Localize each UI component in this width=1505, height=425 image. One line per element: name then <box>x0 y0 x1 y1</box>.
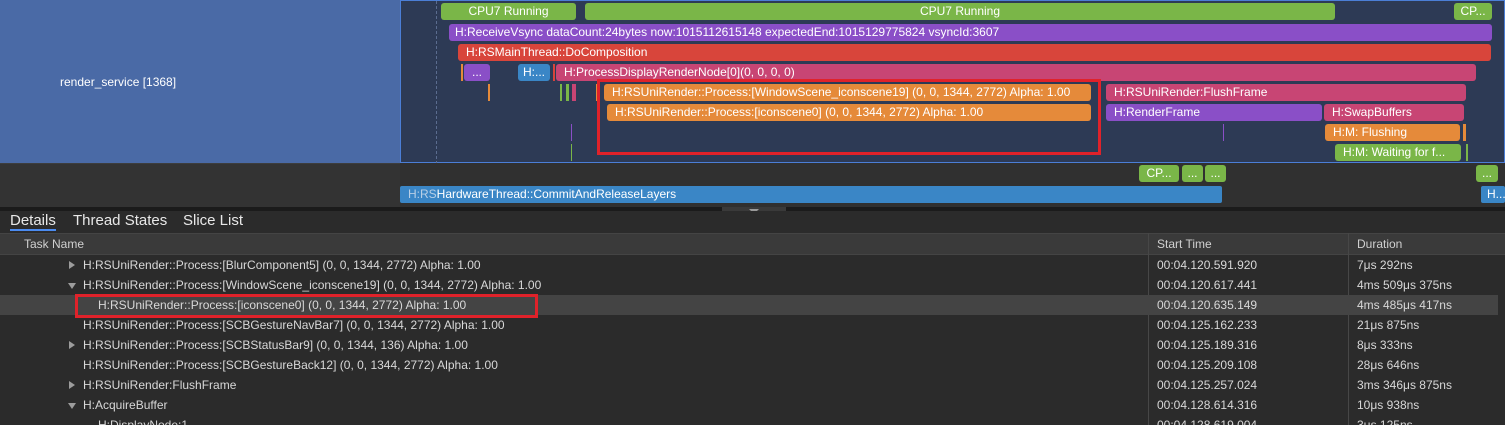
collapse-arrow-icon[interactable] <box>68 283 76 289</box>
duration-cell: 7μs 292ns <box>1357 258 1413 272</box>
small-slice-tick[interactable] <box>553 64 555 81</box>
hardware-thread-commit-slice[interactable]: H:RSHardwareThread::CommitAndReleaseLaye… <box>400 186 1222 203</box>
cpu-running-slice[interactable]: ... <box>1182 165 1203 182</box>
thread-row-header <box>0 163 400 207</box>
task-name-cell: H:RSUniRender::Process:[WindowScene_icon… <box>83 278 542 292</box>
start-time-cell: 00:04.125.162.233 <box>1157 318 1258 332</box>
duration-cell: 10μs 938ns <box>1357 398 1420 412</box>
tab-slice-list[interactable]: Slice List <box>183 212 243 229</box>
duration-cell: 8μs 333ns <box>1357 338 1413 352</box>
cpu-running-slice[interactable]: CP... <box>1139 165 1179 182</box>
duration-cell: 21μs 875ns <box>1357 318 1420 332</box>
vsync-marker-line <box>436 1 437 164</box>
task-name-cell: H:DisplayNode:1 <box>98 418 189 425</box>
swap-buffers-slice[interactable]: H:SwapBuffers <box>1324 104 1464 121</box>
slice-prefix: H:RS <box>408 187 437 201</box>
table-row[interactable]: H:RSUniRender::Process:[SCBGestureNavBar… <box>0 315 1505 335</box>
task-name-cell: H:RSUniRender::Process:[BlurComponent5] … <box>83 258 481 272</box>
task-name-cell: H:RSUniRender::Process:[SCBGestureBack12… <box>83 358 498 372</box>
start-time-cell: 00:04.120.591.920 <box>1157 258 1258 272</box>
small-slice-tick[interactable] <box>461 64 463 81</box>
expand-arrow-icon[interactable] <box>69 261 75 269</box>
start-time-cell: 00:04.120.635.149 <box>1157 298 1258 312</box>
small-slice-tick[interactable] <box>488 84 490 101</box>
duration-cell: 4ms 509μs 375ns <box>1357 278 1452 292</box>
small-slice-tick[interactable] <box>571 144 572 161</box>
table-row[interactable]: H:RSUniRender::Process:[BlurComponent5] … <box>0 255 1505 275</box>
details-tabs: Details Thread States Slice List <box>0 211 1505 233</box>
task-name-cell: H:RSUniRender::Process:[SCBStatusBar9] (… <box>83 338 468 352</box>
duration-cell: 4ms 485μs 417ns <box>1357 298 1452 312</box>
duration-cell: 3μs 125ns <box>1357 418 1413 425</box>
slice-label: HardwareThread::CommitAndReleaseLayers <box>436 187 677 201</box>
small-slice[interactable]: ... <box>464 64 490 81</box>
table-row[interactable]: H:AcquireBuffer 00:04.128.614.316 10μs 9… <box>0 395 1505 415</box>
start-time-cell: 00:04.125.257.024 <box>1157 378 1258 392</box>
start-time-cell: 00:04.125.209.108 <box>1157 358 1258 372</box>
flush-frame-slice[interactable]: H:RSUniRender:FlushFrame <box>1106 84 1466 101</box>
waiting-slice[interactable]: H:M: Waiting for f... <box>1335 144 1461 161</box>
table-row[interactable]: H:RSUniRender:FlushFrame 00:04.125.257.0… <box>0 375 1505 395</box>
small-slice-tick[interactable] <box>566 84 569 101</box>
start-time-cell: 00:04.128.619.004 <box>1157 418 1258 425</box>
cpu-running-slice[interactable]: CP... <box>1454 3 1492 20</box>
highlight-box <box>75 294 538 318</box>
main-thread-composition-slice[interactable]: H:RSMainThread::DoComposition <box>458 44 1491 61</box>
table-row[interactable]: H:DisplayNode:1 00:04.128.619.004 3μs 12… <box>0 415 1505 425</box>
small-slice-tick[interactable] <box>572 84 576 101</box>
expand-arrow-icon[interactable] <box>69 381 75 389</box>
small-slice[interactable]: H:... <box>518 64 550 81</box>
expand-arrow-icon[interactable] <box>69 341 75 349</box>
flushing-slice[interactable]: H:M: Flushing <box>1325 124 1460 141</box>
small-slice-tick[interactable] <box>560 84 562 101</box>
small-slice-tick[interactable] <box>571 124 572 141</box>
task-name-cell: H:AcquireBuffer <box>83 398 168 412</box>
cpu-running-slice[interactable]: CPU7 Running <box>585 3 1335 20</box>
small-slice-tick[interactable] <box>1466 144 1468 161</box>
task-name-cell: H:RSUniRender:FlushFrame <box>83 378 237 392</box>
table-row[interactable]: H:RSUniRender::Process:[SCBGestureBack12… <box>0 355 1505 375</box>
column-task-name[interactable]: Task Name <box>24 237 84 251</box>
column-start-time[interactable]: Start Time <box>1157 237 1212 251</box>
table-scrollbar[interactable] <box>1498 255 1505 425</box>
process-row-header[interactable]: render_service [1368] <box>0 0 400 163</box>
trace-viewer: render_service [1368] CPU7 Running CPU7 … <box>0 0 1505 425</box>
table-row[interactable]: H:RSUniRender::Process:[SCBStatusBar9] (… <box>0 335 1505 355</box>
small-slice-tick[interactable] <box>1463 124 1466 141</box>
small-slice-tick[interactable] <box>1223 124 1224 141</box>
duration-cell: 3ms 346μs 875ns <box>1357 378 1452 392</box>
start-time-cell: 00:04.120.617.441 <box>1157 278 1258 292</box>
task-table-body: H:RSUniRender::Process:[BlurComponent5] … <box>0 255 1505 425</box>
process-label: render_service [1368] <box>60 75 177 89</box>
tab-details[interactable]: Details <box>10 212 56 231</box>
highlight-box <box>597 79 1101 155</box>
collapse-arrow-icon[interactable] <box>68 403 76 409</box>
receive-vsync-slice[interactable]: H:ReceiveVsync dataCount:24bytes now:101… <box>449 24 1492 41</box>
tab-thread-states[interactable]: Thread States <box>73 212 167 229</box>
column-duration[interactable]: Duration <box>1357 237 1402 251</box>
hardware-thread-slice[interactable]: H... <box>1481 186 1505 203</box>
start-time-cell: 00:04.128.614.316 <box>1157 398 1258 412</box>
table-row[interactable]: H:RSUniRender::Process:[WindowScene_icon… <box>0 275 1505 295</box>
cpu-running-slice[interactable]: ... <box>1476 165 1498 182</box>
cpu-running-slice[interactable]: CPU7 Running <box>441 3 576 20</box>
duration-cell: 28μs 646ns <box>1357 358 1420 372</box>
cpu-running-slice[interactable]: ... <box>1205 165 1226 182</box>
start-time-cell: 00:04.125.189.316 <box>1157 338 1258 352</box>
table-header: Task Name Start Time Duration <box>0 233 1505 255</box>
render-frame-slice[interactable]: H:RenderFrame <box>1106 104 1322 121</box>
trace-timeline: render_service [1368] CPU7 Running CPU7 … <box>0 0 1505 207</box>
task-name-cell: H:RSUniRender::Process:[SCBGestureNavBar… <box>83 318 505 332</box>
